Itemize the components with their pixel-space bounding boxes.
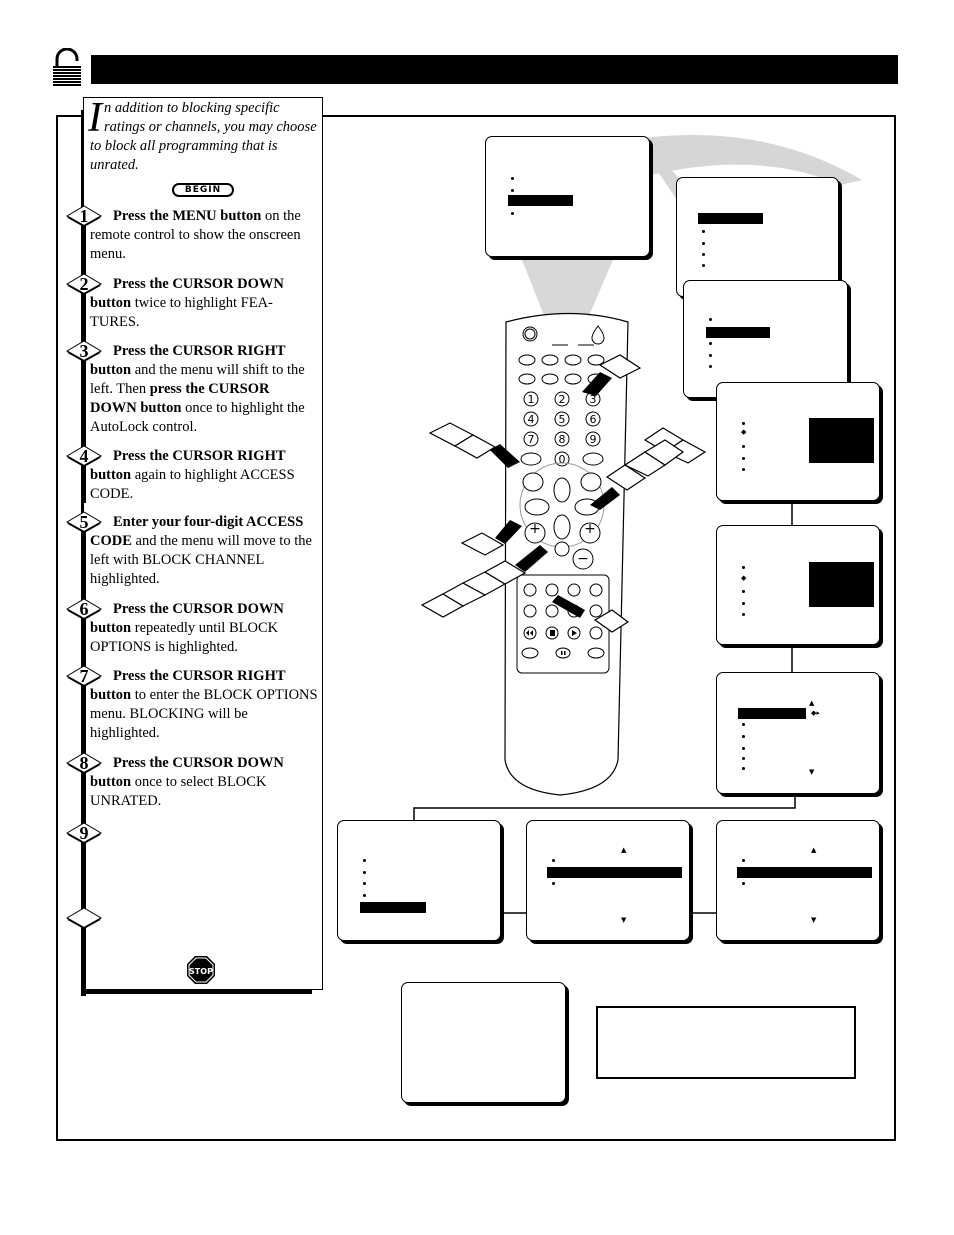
step-bar [81, 770, 86, 826]
step-text: Press the CURSOR RIGHT button to enter t… [90, 667, 318, 743]
step-text: Press the CURSOR DOWN button twice to hi… [90, 275, 318, 332]
step-text: Enter your four-digit ACCESS CODE and th… [90, 513, 318, 589]
highlight-bar [547, 867, 682, 878]
step-bar [81, 463, 86, 503]
step-bar [81, 925, 86, 995]
tv-screen-6-block-channel: ▲ ◆▸ ▼ [716, 672, 880, 794]
step-bar [81, 358, 86, 450]
access-code-box [809, 418, 874, 463]
highlight-bar [706, 327, 770, 338]
step-text: Press the CURSOR RIGHT button and the me… [90, 342, 318, 437]
intro-text: n addition to blocking specific ratings … [90, 100, 317, 173]
tv-screen-10-blank [401, 982, 566, 1103]
highlight-bar [360, 902, 426, 913]
tv-screen-3-autolock [683, 280, 848, 398]
open-padlock-icon [53, 48, 81, 86]
step-bar [81, 529, 86, 605]
intro-paragraph: In addition to blocking specific ratings… [88, 95, 318, 175]
highlight-bar [508, 195, 573, 206]
step-text: Press the MENU button on the remote cont… [90, 207, 318, 264]
step-bar [81, 291, 86, 347]
step-text: Press the CURSOR DOWN button once to sel… [90, 754, 318, 811]
step-bar [81, 840, 86, 910]
tv-screen-8-blocking: ▲ ▼ [526, 820, 690, 941]
step-diamond-icon [66, 907, 102, 930]
step-bar [81, 683, 86, 761]
access-code-box [809, 562, 874, 607]
tv-screen-2-features [676, 177, 839, 297]
tv-screen-5-access-code-entry: ◆ [716, 525, 880, 645]
tv-screen-7-block-options [337, 820, 501, 941]
page-title-bar [91, 55, 898, 84]
tv-screen-4-access-code: ◆ [716, 382, 880, 501]
step-emphasis: Press the MENU button [113, 208, 262, 224]
stop-label: STOP [189, 967, 213, 976]
step-text: Press the CURSOR DOWN button repeatedly … [90, 600, 318, 657]
begin-badge: BEGIN [172, 183, 234, 197]
highlight-bar [737, 867, 872, 878]
stop-sign-icon: STOP [187, 956, 215, 984]
tv-screen-1-main-menu [485, 136, 650, 257]
tv-screen-9-block-unrated: ▲ ▼ [716, 820, 880, 941]
highlight-bar [698, 213, 763, 224]
step-text: Press the CURSOR RIGHT button again to h… [90, 447, 318, 504]
highlight-bar [738, 708, 806, 719]
step-number: 9 [79, 823, 89, 843]
step-bar [81, 223, 86, 277]
drop-cap: I [88, 95, 102, 141]
note-box [596, 1006, 856, 1079]
